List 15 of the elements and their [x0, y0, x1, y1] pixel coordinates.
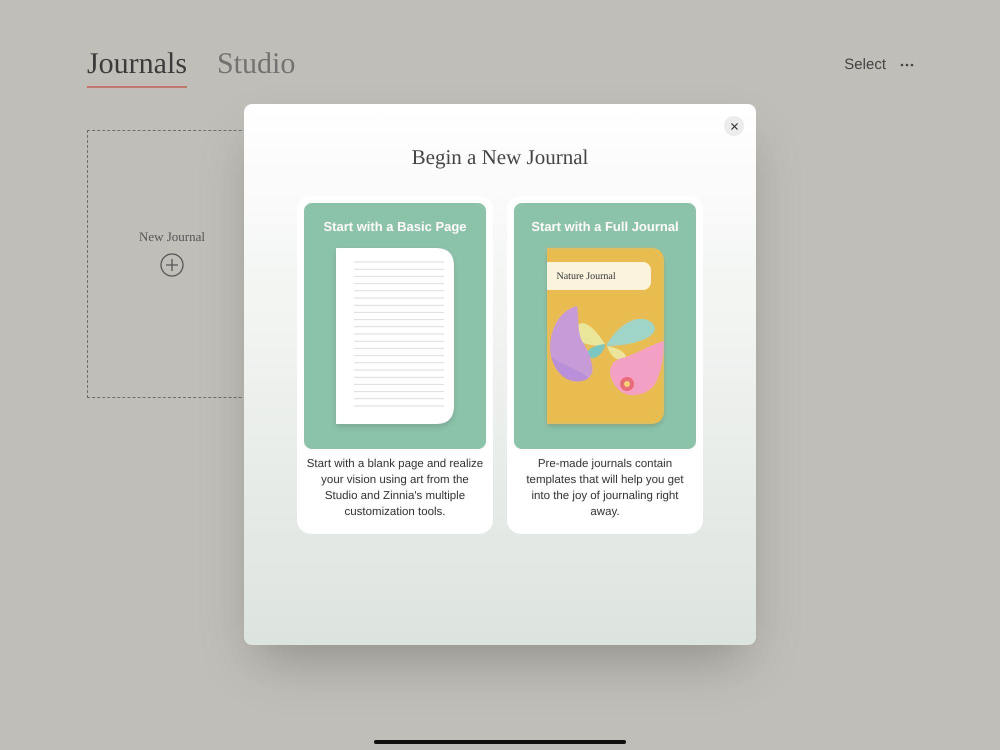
more-icon[interactable] — [900, 63, 914, 68]
option-description: Pre-made journals contain templates that will help you get into the joy of journaling right away. — [525, 456, 685, 520]
plus-icon — [160, 252, 184, 276]
option-card[interactable]: Start with a Basic Page Start with a blank page and realize your vision using art from the Studio and Zinnia's multiple customization tools. — [297, 196, 493, 534]
cover-title: Nature Journal — [556, 270, 616, 284]
close-icon — [728, 120, 740, 132]
option-card[interactable]: Start with a Full Journal Nature Journal Pre-made journals contain templates that will help you get into the joy of journaling right away. — [507, 196, 703, 534]
close-button[interactable] — [724, 116, 744, 136]
select-button[interactable]: Select — [844, 54, 886, 76]
option-title: Start with a Basic Page — [323, 218, 467, 236]
new-journal-label: New Journal — [138, 228, 206, 246]
tab[interactable]: Journals — [87, 44, 187, 88]
option-description: Start with a blank page and realize your vision using art from the Studio and Zinnia's multiple customization tools. — [306, 456, 484, 520]
dialog-title: Begin a New Journal — [412, 144, 588, 171]
option-title: Start with a Full Journal — [531, 218, 679, 236]
